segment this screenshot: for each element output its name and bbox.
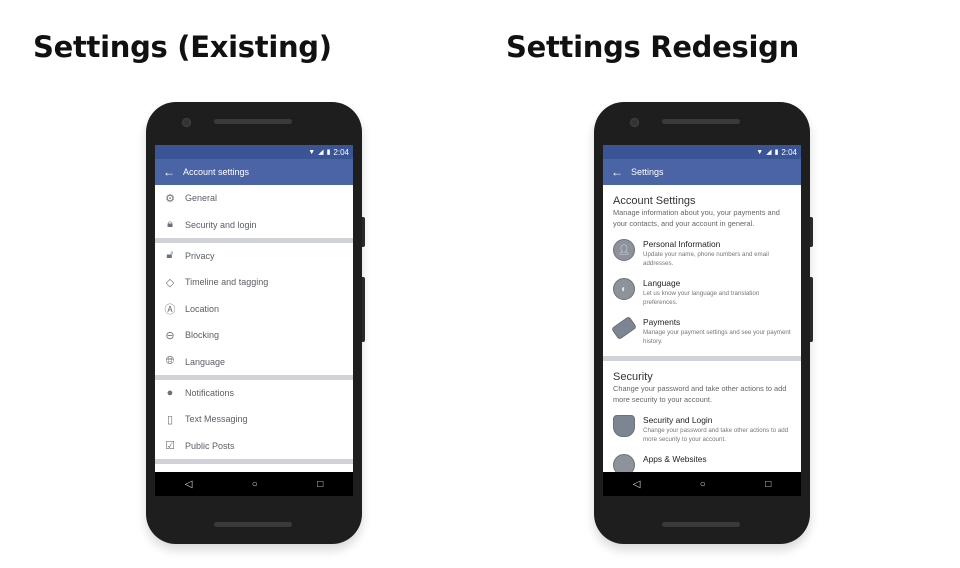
wifi-icon: ▼ (756, 148, 764, 156)
divider (155, 458, 353, 464)
language-item[interactable]: ◐ Language Let us know your language and … (613, 278, 791, 307)
item-label: Public Posts (185, 440, 235, 451)
camera (630, 118, 639, 127)
status-bar: ▼ ◢ ▮ 2:04 (155, 145, 353, 159)
account-settings-section: Account Settings Manage information abou… (603, 195, 801, 346)
section-title: Account Settings (613, 195, 696, 207)
status-bar: ▼ ◢ ▮ 2:04 (603, 145, 801, 159)
section-description: Change your password and take other acti… (613, 384, 787, 404)
item-title: Language (643, 278, 681, 288)
item-label: Notifications (185, 387, 235, 398)
nav-back-icon[interactable]: ◁ (633, 479, 641, 490)
credit-card-icon (610, 315, 638, 341)
wifi-icon: ▼ (308, 148, 316, 156)
item-title: Apps & Websites (643, 454, 707, 464)
privacy-lock-icon: 🔓︎ (166, 249, 174, 262)
phone-icon: ▯ (166, 413, 174, 426)
section-description: Manage information about you, your payme… (613, 208, 780, 228)
item-title: Security and Login (643, 415, 713, 425)
item-label: Security and login (185, 219, 257, 230)
speaker (662, 119, 740, 124)
app-bar: ← Settings (603, 159, 801, 185)
security-login-item[interactable]: Security and Login Change your password a… (613, 415, 791, 444)
battery-icon: ▮ (774, 149, 779, 156)
heading-existing: Settings (Existing) (33, 30, 332, 64)
item-label: General (185, 193, 218, 204)
screen-redesign: ▼ ◢ ▮ 2:04 ← Settings Account Settings M… (603, 145, 801, 496)
phone-existing: ▼ ◢ ▮ 2:04 ← Account settings ⚙ General 🔒… (146, 102, 365, 544)
nav-home-icon[interactable]: ○ (252, 479, 258, 490)
settings-list: ⚙ General 🔒︎ Security and login 🔓︎ Privacy … (155, 185, 353, 464)
item-label: Privacy (185, 250, 215, 261)
power-button (810, 277, 813, 342)
globe-icon: ◐ (613, 278, 635, 300)
item-title: Payments (643, 317, 681, 327)
gear-icon: ⚙ (165, 192, 175, 205)
item-label: Blocking (185, 330, 220, 341)
globe-icon: 🌐︎ (165, 355, 175, 368)
volume-button (362, 217, 365, 247)
list-item-language[interactable]: 🌐︎ Language (155, 348, 353, 374)
camera (182, 118, 191, 127)
screen-existing: ▼ ◢ ▮ 2:04 ← Account settings ⚙ General 🔒… (155, 145, 353, 496)
security-section: Security Change your password and take o… (603, 371, 801, 476)
item-label: Language (185, 356, 226, 367)
list-item-public-posts[interactable]: ☑ Public Posts (155, 433, 353, 459)
item-description: Change your password and take other acti… (643, 427, 789, 443)
status-time: 2:04 (333, 147, 349, 157)
battery-icon: ▮ (326, 149, 331, 156)
heading-redesign: Settings Redesign (506, 30, 799, 64)
app-bar-title: Settings (631, 167, 664, 177)
list-item-security[interactable]: 🔒︎ Security and login (155, 211, 353, 237)
nav-recents-icon[interactable]: □ (317, 479, 323, 490)
list-item-blocking[interactable]: ⊖ Blocking (155, 322, 353, 348)
list-item-notifications[interactable]: ● Notifications (155, 380, 353, 406)
signal-icon: ◢ (766, 149, 772, 156)
person-icon: 👤︎ (613, 239, 635, 261)
back-arrow-icon[interactable]: ← (603, 165, 631, 179)
list-item-timeline[interactable]: ◇ Timeline and tagging (155, 269, 353, 295)
back-arrow-icon[interactable]: ← (155, 165, 183, 179)
item-label: Timeline and tagging (185, 277, 269, 288)
section-title: Security (613, 371, 653, 383)
shield-icon (613, 415, 635, 437)
list-item-text-messaging[interactable]: ▯ Text Messaging (155, 406, 353, 432)
item-description: Let us know your language and translatio… (643, 290, 760, 306)
payments-item[interactable]: Payments Manage your payment settings and… (610, 315, 791, 346)
nav-bar: ◁ ○ □ (155, 472, 353, 496)
power-button (362, 277, 365, 342)
signal-icon: ◢ (318, 149, 324, 156)
lock-icon: 🔒︎ (167, 218, 173, 231)
tag-icon: ◇ (165, 276, 175, 289)
nav-home-icon[interactable]: ○ (700, 479, 706, 490)
item-description: Update your name, phone numbers and emai… (643, 251, 769, 267)
status-time: 2:04 (781, 147, 797, 157)
block-icon: ⊖ (165, 329, 175, 342)
item-title: Personal Information (643, 239, 721, 249)
list-item-privacy[interactable]: 🔓︎ Privacy (155, 243, 353, 269)
divider (603, 356, 801, 361)
nav-back-icon[interactable]: ◁ (185, 479, 193, 490)
location-icon: Ⓐ (164, 303, 176, 316)
item-label: Text Messaging (185, 414, 248, 425)
list-item-general[interactable]: ⚙ General (155, 185, 353, 211)
app-bar: ← Account settings (155, 159, 353, 185)
speaker (214, 119, 292, 124)
item-description: Manage your payment settings and see you… (643, 329, 791, 345)
bottom-speaker (662, 522, 740, 527)
globe-filled-icon: ● (166, 386, 174, 399)
public-posts-icon: ☑ (165, 440, 175, 453)
app-bar-title: Account settings (183, 167, 250, 177)
list-item-location[interactable]: Ⓐ Location (155, 296, 353, 322)
phone-redesign: ▼ ◢ ▮ 2:04 ← Settings Account Settings M… (594, 102, 813, 544)
personal-information-item[interactable]: 👤︎ Personal Information Update your name,… (613, 239, 791, 268)
volume-button (810, 217, 813, 247)
bottom-speaker (214, 522, 292, 527)
nav-recents-icon[interactable]: □ (765, 479, 771, 490)
nav-bar: ◁ ○ □ (603, 472, 801, 496)
item-label: Location (185, 303, 220, 314)
